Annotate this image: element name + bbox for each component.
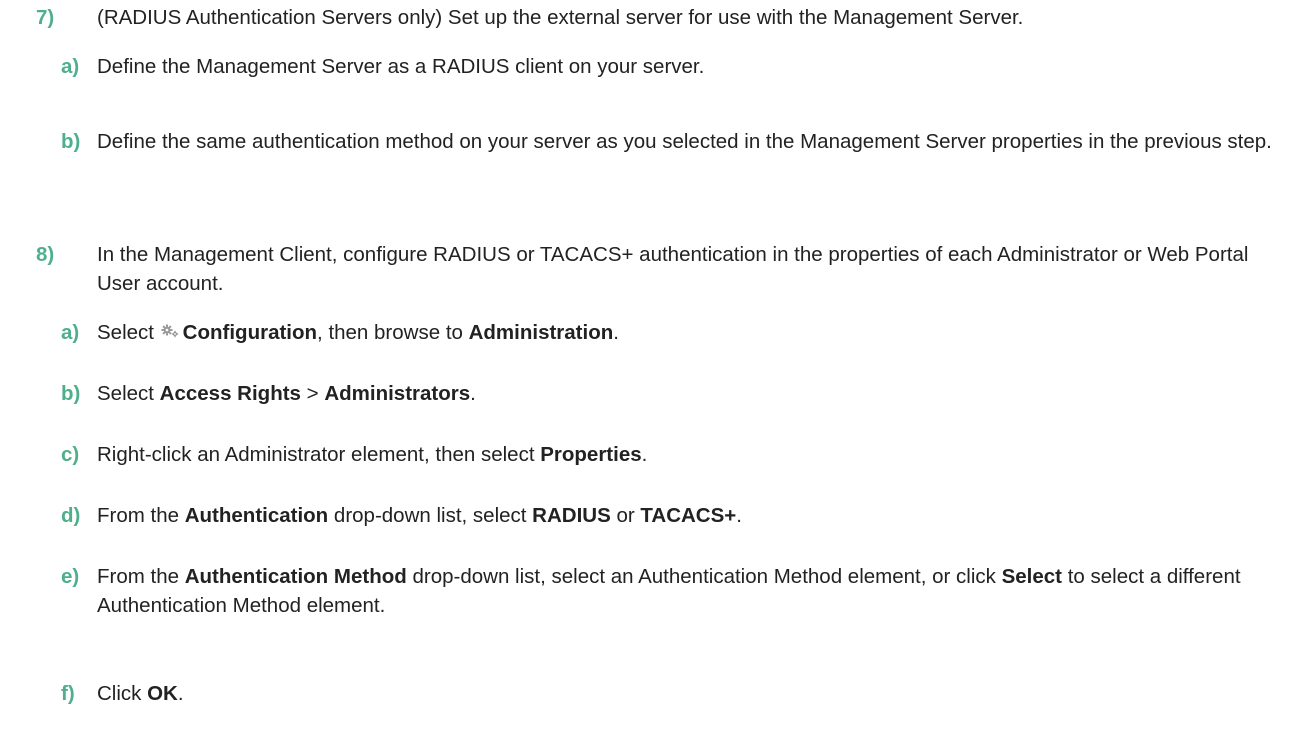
substep-text: Define the same authentication method on… — [97, 130, 1272, 153]
substep-text: Right-click an Administrator element, th… — [97, 443, 648, 466]
step-text: (RADIUS Authentication Servers only) Set… — [97, 6, 1024, 29]
substep-8f: f) Click OK. — [61, 679, 1287, 708]
substep-text: Select Configuration, then browse to Adm… — [97, 318, 1287, 348]
substep-letter: f) — [61, 682, 75, 705]
substep-8c: c) Right-click an Administrator element,… — [61, 440, 1287, 469]
substep-letter: b) — [61, 130, 81, 153]
substep-7b: b) Define the same authentication method… — [61, 127, 1287, 156]
step-8: 8) In the Management Client, configure R… — [36, 240, 1286, 298]
substep-8a: a) Select Configuration, then browse to … — [61, 318, 1287, 348]
step-number: 8) — [36, 243, 55, 266]
substep-text: From the Authentication drop-down list, … — [97, 504, 742, 527]
substep-letter: d) — [61, 504, 81, 527]
substep-letter: a) — [61, 321, 80, 344]
substep-8e: e) From the Authentication Method drop-d… — [61, 562, 1287, 620]
substep-letter: b) — [61, 382, 81, 405]
step-text: In the Management Client, configure RADI… — [97, 243, 1249, 295]
substep-letter: e) — [61, 565, 80, 588]
substep-8d: d) From the Authentication drop-down lis… — [61, 501, 1287, 530]
substep-text: Define the Management Server as a RADIUS… — [97, 55, 705, 78]
substep-letter: c) — [61, 443, 80, 466]
substep-letter: a) — [61, 55, 80, 78]
gear-icon — [161, 317, 179, 346]
substep-text: Click OK. — [97, 682, 184, 705]
substep-text: From the Authentication Method drop-down… — [97, 565, 1241, 617]
step-number: 7) — [36, 6, 55, 29]
substep-text: Select Access Rights > Administrators. — [97, 382, 476, 405]
step-7: 7) (RADIUS Authentication Servers only) … — [36, 3, 1286, 32]
substep-7a: a) Define the Management Server as a RAD… — [61, 52, 1287, 81]
substep-8b: b) Select Access Rights > Administrators… — [61, 379, 1287, 408]
